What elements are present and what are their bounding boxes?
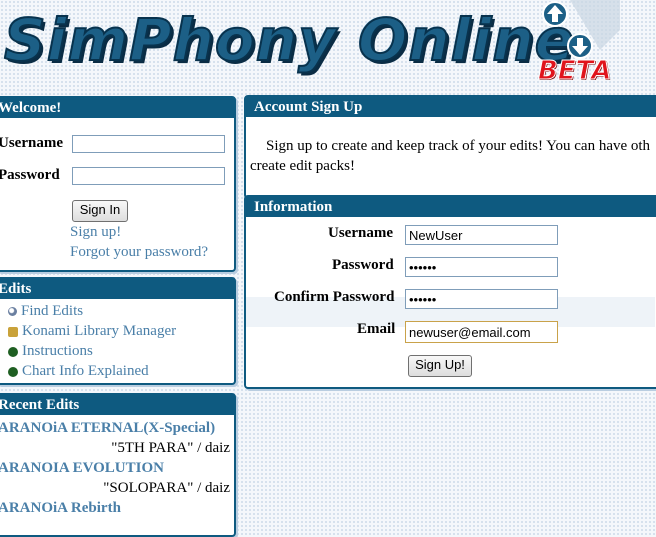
information-title: Information	[246, 197, 656, 217]
menu-item-instructions[interactable]: Instructions	[8, 343, 93, 363]
recent-edits-title: Recent Edits	[0, 395, 234, 415]
recent-edit-title[interactable]: ARANOiA Rebirth	[0, 500, 121, 517]
username-label: Username	[328, 225, 393, 241]
sign-in-button[interactable]: Sign In	[72, 200, 128, 222]
confirm-password-input[interactable]	[405, 289, 558, 309]
login-password-label: Password	[0, 167, 60, 183]
menu-item-konami-library[interactable]: Konami Library Manager	[8, 323, 177, 343]
username-input[interactable]	[405, 225, 558, 245]
site-logo[interactable]: SimPhony Online	[3, 5, 575, 75]
magnifier-icon	[8, 307, 17, 317]
login-username-label: Username	[0, 135, 63, 151]
signup-title: Account Sign Up	[246, 97, 656, 117]
bullet-icon	[8, 366, 18, 377]
welcome-panel: Welcome! Username Password Sign In Sign …	[0, 96, 236, 272]
menu-item-chart-info[interactable]: Chart Info Explained	[8, 363, 149, 383]
password-input[interactable]	[405, 257, 558, 277]
bullet-icon	[8, 346, 18, 357]
sign-up-button[interactable]: Sign Up!	[408, 355, 472, 377]
menu-item-label: Chart Info Explained	[22, 363, 149, 379]
forgot-password-link[interactable]: Forgot your password?	[70, 244, 208, 261]
confirm-password-label: Confirm Password	[274, 289, 395, 305]
sign-up-link[interactable]: Sign up!	[70, 224, 121, 241]
recent-edit-title[interactable]: ARANOiA ETERNAL(X-Special)	[0, 420, 215, 437]
menu-item-label: Konami Library Manager	[22, 323, 177, 339]
signup-intro-line-1: Sign up to create and keep track of your…	[266, 138, 651, 154]
signup-intro-line-2: create edit packs!	[250, 158, 355, 174]
account-signup-panel: Account Sign Up Sign up to create and ke…	[244, 95, 656, 199]
recent-edit-author: "5TH PARA" / daiz	[111, 440, 230, 456]
edits-title: Edits	[0, 279, 234, 299]
site-header: SimPhony Online BETA	[0, 0, 656, 92]
key-icon	[8, 326, 18, 337]
menu-item-label: Find Edits	[21, 303, 84, 319]
recent-edits-panel: Recent Edits ARANOiA ETERNAL(X-Special) …	[0, 393, 236, 537]
email-input[interactable]	[405, 321, 558, 343]
beta-badge: BETA	[537, 56, 612, 87]
menu-item-find-edits[interactable]: Find Edits	[8, 303, 84, 323]
recent-edit-title[interactable]: ARANOIA EVOLUTION	[0, 460, 164, 477]
edits-panel: Edits Find Edits Konami Library Manager …	[0, 277, 236, 385]
password-label: Password	[332, 257, 394, 273]
login-password-input[interactable]	[72, 167, 225, 185]
menu-item-label: Instructions	[22, 343, 93, 359]
recent-edit-author: "SOLOPARA" / daiz	[103, 480, 230, 496]
information-panel: Information Username Password Confirm Pa…	[244, 195, 656, 389]
email-label: Email	[357, 321, 396, 337]
welcome-title: Welcome!	[0, 98, 234, 118]
login-username-input[interactable]	[72, 135, 225, 153]
